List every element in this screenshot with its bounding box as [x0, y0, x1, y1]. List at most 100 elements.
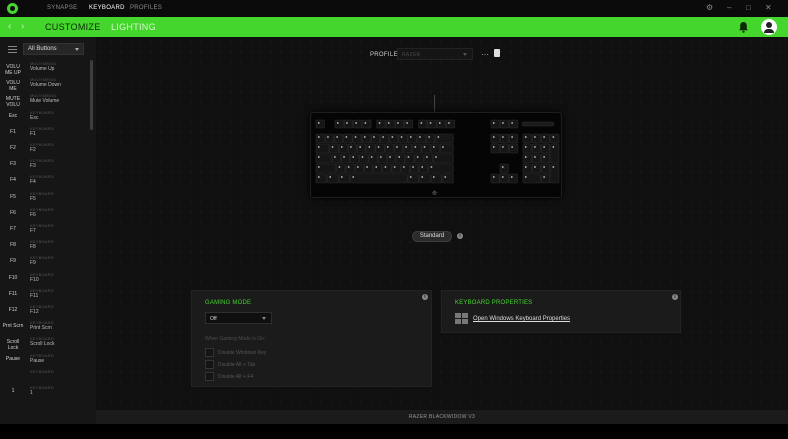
- keyboard-key[interactable]: [315, 119, 325, 129]
- keyboard-key[interactable]: [389, 133, 399, 144]
- keyboard-key[interactable]: [403, 143, 413, 154]
- back-arrow-icon[interactable]: ‹: [8, 21, 11, 32]
- keyboard-key[interactable]: [509, 143, 519, 154]
- keyboard-key[interactable]: [373, 163, 383, 174]
- keyboard-key[interactable]: [338, 143, 348, 154]
- keyboard-key[interactable]: [531, 153, 541, 164]
- keyboard-key[interactable]: [343, 119, 353, 129]
- more-options-icon[interactable]: ···: [481, 50, 489, 59]
- keyboard-key[interactable]: [376, 119, 386, 129]
- keyboard-key[interactable]: [419, 173, 431, 184]
- keyboard-key[interactable]: [509, 133, 519, 144]
- keyboard-key[interactable]: [334, 119, 344, 129]
- keyboard-key[interactable]: [541, 163, 551, 174]
- keyboard-key[interactable]: [522, 173, 541, 184]
- keyboard-key[interactable]: [407, 173, 419, 184]
- keyboard-key[interactable]: [430, 173, 442, 184]
- open-keyboard-properties-link[interactable]: Open Windows Keyboard Properties: [473, 316, 570, 322]
- keyboard-key[interactable]: [410, 163, 420, 174]
- keyboard-key[interactable]: [522, 163, 532, 174]
- sidebar-scrollbar[interactable]: [90, 60, 93, 130]
- keyboard-key[interactable]: [382, 163, 392, 174]
- keyboard-key[interactable]: [380, 133, 390, 144]
- info-icon[interactable]: i: [422, 294, 428, 300]
- keyboard-key[interactable]: [435, 133, 454, 144]
- keyboard-key[interactable]: [345, 163, 355, 174]
- keyboard-key[interactable]: [433, 153, 454, 164]
- keyboard-key[interactable]: [359, 153, 369, 164]
- keyboard-key[interactable]: [522, 153, 532, 164]
- keyboard-key[interactable]: [416, 133, 426, 144]
- sidebar-key-item[interactable]: KEYBOARD: [0, 369, 90, 385]
- keyboard-key[interactable]: [490, 143, 500, 154]
- keyboard-key[interactable]: [445, 119, 455, 129]
- keyboard-key[interactable]: [331, 153, 341, 164]
- keyboard-key[interactable]: [439, 143, 454, 154]
- notification-bell-icon[interactable]: [738, 21, 749, 33]
- sidebar-key-item[interactable]: F3 KEYBOARD F3: [0, 158, 90, 174]
- keyboard-key[interactable]: [329, 143, 339, 154]
- keyboard-key[interactable]: [541, 143, 551, 154]
- keyboard-key[interactable]: [541, 173, 551, 184]
- sidebar-key-item[interactable]: Pause KEYBOARD Pause: [0, 353, 90, 369]
- close-button[interactable]: ✕: [765, 3, 772, 12]
- keyboard-key[interactable]: [350, 153, 360, 164]
- keyboard-key[interactable]: [398, 133, 408, 144]
- keyboard-key[interactable]: [350, 173, 408, 184]
- menu-icon[interactable]: [8, 46, 17, 53]
- sidebar-key-item[interactable]: VOLU ME UP MULTIMEDIA Volume Up: [0, 61, 90, 77]
- keyboard-key[interactable]: [368, 153, 378, 164]
- keyboard-key[interactable]: [315, 133, 325, 144]
- keyboard-key[interactable]: [343, 133, 353, 144]
- keyboard-key[interactable]: [550, 163, 560, 184]
- keyboard-key[interactable]: [315, 143, 330, 154]
- keyboard-key[interactable]: [405, 153, 415, 164]
- keyboard-key[interactable]: [531, 143, 541, 154]
- keyboard-key[interactable]: [387, 153, 397, 164]
- keyboard-key[interactable]: [353, 119, 363, 129]
- keyboard-key[interactable]: [428, 163, 454, 174]
- keyboard-key[interactable]: [418, 119, 428, 129]
- info-icon[interactable]: i: [457, 233, 463, 239]
- clipboard-icon[interactable]: [494, 49, 500, 57]
- sidebar-key-item[interactable]: F8 KEYBOARD F8: [0, 239, 90, 255]
- profile-dropdown[interactable]: RAZER: [397, 48, 473, 60]
- disable-windows-key-checkbox[interactable]: [205, 348, 214, 357]
- keyboard-key[interactable]: [430, 143, 440, 154]
- sidebar-key-item[interactable]: F11 KEYBOARD F11: [0, 288, 90, 304]
- keyboard-key[interactable]: [315, 163, 337, 174]
- sidebar-key-item[interactable]: F7 KEYBOARD F7: [0, 223, 90, 239]
- keyboard-key[interactable]: [391, 163, 401, 174]
- keyboard-key[interactable]: [407, 133, 417, 144]
- keyboard-key[interactable]: [352, 133, 362, 144]
- keyboard-key[interactable]: [347, 143, 357, 154]
- keyboard-key[interactable]: [396, 153, 406, 164]
- keyboard-key[interactable]: [522, 143, 532, 154]
- keyboard-key[interactable]: [393, 143, 403, 154]
- keyboard-key[interactable]: [421, 143, 431, 154]
- keyboard-key[interactable]: [490, 119, 500, 129]
- keyboard-key[interactable]: [363, 163, 373, 174]
- sidebar-key-item[interactable]: Prnt Scrn KEYBOARD Print Scrn: [0, 320, 90, 336]
- keyboard-key[interactable]: [531, 133, 541, 144]
- sidebar-key-item[interactable]: F10 KEYBOARD F10: [0, 272, 90, 288]
- sidebar-key-item[interactable]: F1 KEYBOARD F1: [0, 126, 90, 142]
- keyboard-key[interactable]: [412, 143, 422, 154]
- keyboard-key[interactable]: [340, 153, 350, 164]
- tab-profiles[interactable]: PROFILES: [130, 5, 162, 11]
- standard-mode-button[interactable]: Standard: [412, 231, 452, 242]
- keyboard-key[interactable]: [362, 119, 372, 129]
- keyboard-key[interactable]: [414, 153, 424, 164]
- razer-logo-icon[interactable]: [7, 3, 18, 14]
- keyboard-key[interactable]: [384, 143, 394, 154]
- sidebar-key-item[interactable]: F4 KEYBOARD F4: [0, 174, 90, 190]
- keyboard-key[interactable]: [499, 133, 509, 144]
- forward-arrow-icon[interactable]: ›: [21, 21, 24, 32]
- keyboard-key[interactable]: [419, 163, 429, 174]
- keyboard-key[interactable]: [509, 119, 519, 129]
- keyboard-key[interactable]: [490, 173, 500, 184]
- tab-customize[interactable]: CUSTOMIZE: [45, 22, 101, 32]
- keyboard-key[interactable]: [404, 119, 414, 129]
- gaming-mode-dropdown[interactable]: Off: [205, 312, 272, 324]
- sidebar-key-item[interactable]: Esc KEYBOARD Esc: [0, 110, 90, 126]
